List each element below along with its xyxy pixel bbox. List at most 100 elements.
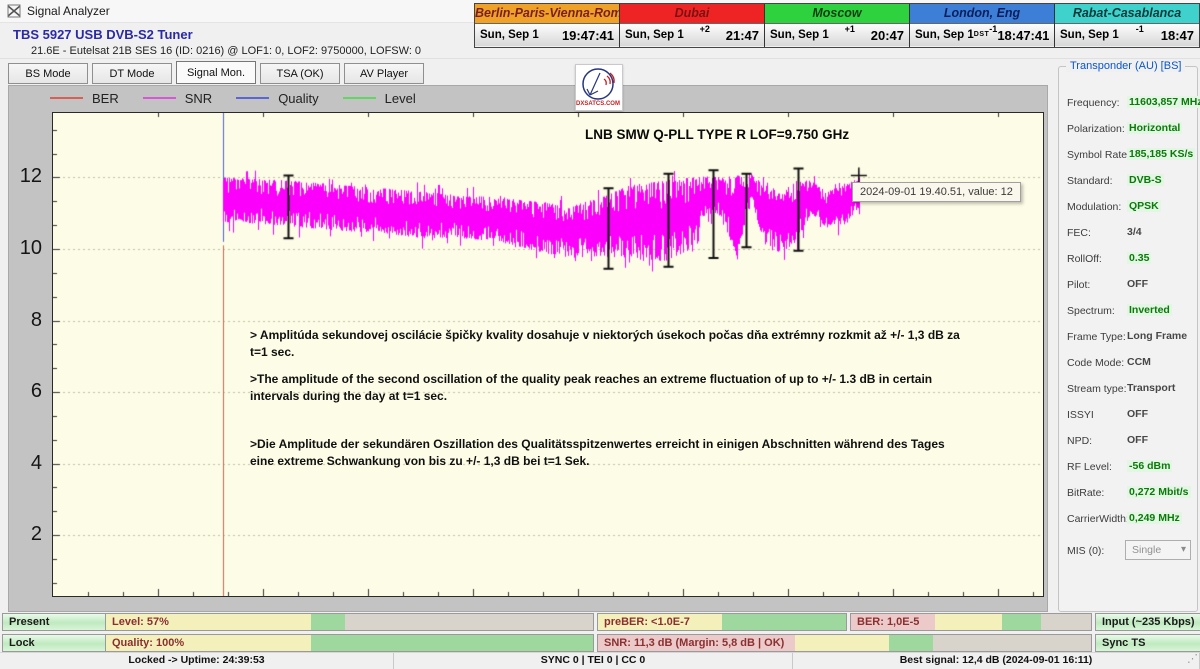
tuner-name: TBS 5927 USB DVB-S2 Tuner [13,27,193,42]
transponder-row-rf-level: RF Level:-56 dBm [1067,461,1193,481]
meter-segment [795,635,889,651]
legend-line-ber [50,97,83,99]
field-label: Stream type: [1067,383,1127,395]
meter-snr: SNR: 11,3 dB (Margin: 5,8 dB | OK) [597,634,1092,652]
clock-date: Sun, Sep 1 [625,29,684,41]
transponder-row-bitrate: BitRate: 0,272 Mbit/s [1067,487,1193,507]
clock-city-label: Berlin-Paris-Vienna-Roma [475,4,619,23]
status-badge-lock: Lock [2,634,110,652]
clock-london-eng: London, EngSun, Sep 1DST-118:47:41 [909,4,1054,47]
field-label: RF Level: [1067,461,1112,473]
tab-signal-mon[interactable]: Signal Mon. [176,61,256,84]
tab-av-player[interactable]: AV Player [344,63,424,84]
header-separator [0,58,1200,59]
clock-time-row: Sun, Sep 1-118:47 [1055,23,1199,46]
clock-berlin-paris-vienna-roma: Berlin-Paris-Vienna-RomaSun, Sep 119:47:… [475,4,619,47]
transponder-row-standard: Standard:DVB-S [1067,175,1193,195]
transponder-row-spectrum: Spectrum:Inverted [1067,305,1193,325]
clock-time-value: 21:47 [726,28,759,43]
field-label: NPD: [1067,435,1092,447]
field-value: OFF [1127,278,1148,290]
transponder-row-frequency: Frequency:11603,857 MHz [1067,97,1193,117]
field-value: OFF [1127,434,1148,446]
tab-tsa-ok[interactable]: TSA (OK) [260,63,340,84]
transponder-row-polarization: Polarization:Horizontal [1067,123,1193,143]
value-tooltip: 2024-09-01 19.40.51, value: 12 [852,182,1021,202]
legend-label: BER [92,91,119,106]
meter-segment [722,614,846,630]
meter-label: SNR: 11,3 dB (Margin: 5,8 dB | OK) [604,635,784,651]
meter-segment [1002,614,1040,630]
transponder-row-pilot: Pilot: OFF [1067,279,1193,299]
status-badge-present: Present [2,613,110,631]
legend-item-snr: SNR [143,91,212,106]
field-value: OFF [1127,408,1148,420]
clock-time-value: 20:47 [871,28,904,43]
meter-segment [311,635,593,651]
transponder-row-code-mode: Code Mode:CCM [1067,357,1193,377]
field-value: 0,249 MHz [1127,512,1182,524]
meter-level: Level: 57% [105,613,594,631]
status-bar: Locked -> Uptime: 24:39:53SYNC 0 | TEI 0… [0,652,1200,669]
transponder-row-modulation: Modulation:QPSK [1067,201,1193,221]
field-label: CarrierWidth: [1067,513,1129,525]
legend-item-level: Level [343,91,416,106]
meter-segment [935,614,1002,630]
transponder-row-npd: NPD: OFF [1067,435,1193,455]
mode-tabs: BS ModeDT ModeSignal Mon.TSA (OK)AV Play… [8,63,424,84]
mis-value: Single [1132,544,1161,556]
meter-preber: preBER: <1.0E-7 [597,613,847,631]
clock-time-row: Sun, Sep 1+120:47 [765,23,909,46]
field-value: 0.35 [1127,252,1151,264]
meter-label: Level: 57% [112,614,169,630]
legend-label: Quality [278,91,318,106]
signal-bars-row-1: PresentLevel: 57%preBER: <1.0E-7BER: 1,0… [0,613,1200,631]
tab-bs-mode[interactable]: BS Mode [8,63,88,84]
clock-city-label: London, Eng [910,4,1054,23]
clock-city-label: Rabat-Casablanca [1055,4,1199,23]
y-axis-label-6: 6 [6,378,42,404]
chevron-down-icon: ▾ [1181,541,1186,559]
field-label: BitRate: [1067,487,1104,499]
chart-annotation-en: >The amplitude of the second oscillation… [250,371,965,405]
clock-dubai: DubaiSun, Sep 1+221:47 [619,4,764,47]
legend-label: SNR [185,91,212,106]
meter-segment [345,614,593,630]
legend-label: Level [385,91,416,106]
logo-text: DXSATCS.COM [576,101,620,107]
field-label: Code Mode: [1067,357,1124,369]
field-label: Polarization: [1067,123,1125,135]
field-value: Horizontal [1127,122,1182,134]
clock-time-row: Sun, Sep 119:47:41 [475,23,619,46]
tab-dt-mode[interactable]: DT Mode [92,63,172,84]
clock-time-row: Sun, Sep 1+221:47 [620,23,764,46]
clock-city-label: Moscow [765,4,909,23]
legend-line-level [343,97,376,99]
y-axis-label-8: 8 [6,307,42,333]
meter-label: Quality: 100% [112,635,184,651]
transponder-row-symbol-rate: Symbol Rate:185,185 KS/s [1067,149,1193,169]
field-value: QPSK [1127,200,1161,212]
clock-time-row: Sun, Sep 1DST-118:47:41 [910,23,1054,46]
meter-segment [933,635,1091,651]
field-label: Pilot: [1067,279,1090,291]
clock-time-value: 18:47 [1161,28,1194,43]
transponder-row-frame-type: Frame Type:Long Frame [1067,331,1193,351]
chart-title: LNB SMW Q-PLL TYPE R LOF=9.750 GHz [585,127,849,142]
field-value: 11603,857 MHz [1127,96,1200,108]
transponder-row-stream-type: Stream type:Transport [1067,383,1193,403]
clock-utc-offset: +2 [684,24,726,38]
field-value: DVB-S [1127,174,1164,186]
field-value: 0,272 Mbit/s [1127,486,1191,498]
meter-segment [311,614,345,630]
meter-segment [1041,614,1091,630]
mis-dropdown[interactable]: Single ▾ [1125,540,1191,560]
resize-grip[interactable]: ⋰ [1187,652,1198,665]
clock-date: Sun, Sep 1 [1060,29,1119,41]
field-label: Frame Type: [1067,331,1126,343]
clock-city-label: Dubai [620,4,764,23]
status-section-3: Best signal: 12,4 dB (2024-09-01 16:11) [793,653,1200,669]
legend-line-quality [236,97,269,99]
meter-segment [889,635,933,651]
y-axis-label-10: 10 [6,235,42,261]
